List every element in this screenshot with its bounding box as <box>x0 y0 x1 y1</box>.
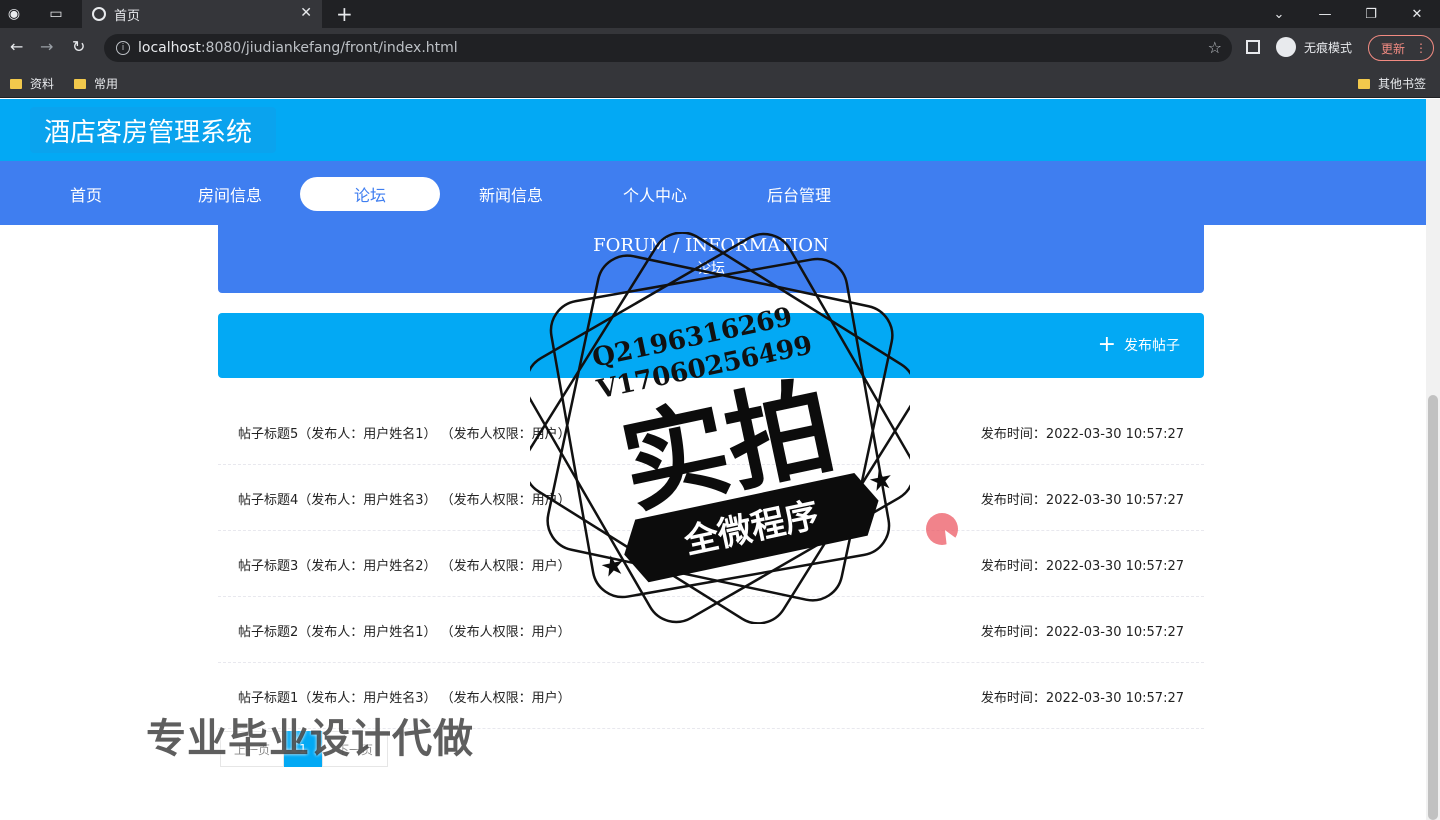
page-scrollbar[interactable] <box>1426 99 1440 820</box>
restore-icon[interactable]: ❐ <box>1348 0 1394 28</box>
forum-title-cn: 论坛 <box>697 261 725 277</box>
nav-item-news[interactable]: 新闻信息 <box>441 177 581 211</box>
post-row[interactable]: 帖子标题5（发布人：用户姓名1） （发布人权限：用户） 发布时间：2022-03… <box>218 399 1204 465</box>
post-row[interactable]: 帖子标题2（发布人：用户姓名1） （发布人权限：用户） 发布时间：2022-03… <box>218 597 1204 663</box>
post-time: 发布时间：2022-03-30 10:57:27 <box>980 427 1184 442</box>
incognito-label: 无痕模式 <box>1304 40 1353 55</box>
forward-icon[interactable]: → <box>40 37 53 56</box>
scrollbar-thumb[interactable] <box>1428 395 1438 820</box>
nav-item-home[interactable]: 首页 <box>16 177 156 211</box>
tab-list-chevron-icon[interactable]: ⌄ <box>1256 0 1302 28</box>
reload-icon[interactable]: ↻ <box>72 37 85 56</box>
nav-item-forum[interactable]: 论坛 <box>300 177 440 211</box>
site-info-icon[interactable]: i <box>116 41 130 55</box>
publish-post-button[interactable]: + 发布帖子 <box>1097 332 1180 357</box>
site-header: 酒店客房管理系统 <box>0 99 1426 161</box>
browser-tab[interactable]: 首页 ✕ <box>82 0 322 28</box>
publish-post-label: 发布帖子 <box>1124 338 1180 354</box>
url-path: :8080/jiudiankefang/front/index.html <box>200 40 458 56</box>
folder-icon <box>74 78 86 89</box>
bookmark-folder[interactable]: 常用 <box>74 75 118 92</box>
address-bar[interactable]: i localhost :8080/jiudiankefang/front/in… <box>104 34 1232 62</box>
post-time: 发布时间：2022-03-30 10:57:27 <box>980 493 1184 508</box>
site-logo[interactable]: 酒店客房管理系统 <box>30 107 276 153</box>
post-time: 发布时间：2022-03-30 10:57:27 <box>980 625 1184 640</box>
post-time: 发布时间：2022-03-30 10:57:27 <box>980 691 1184 706</box>
post-time: 发布时间：2022-03-30 10:57:27 <box>980 559 1184 574</box>
forum-action-bar: + 发布帖子 <box>218 313 1204 378</box>
post-row[interactable]: 帖子标题4（发布人：用户姓名3） （发布人权限：用户） 发布时间：2022-03… <box>218 465 1204 531</box>
tab-favicon-icon <box>92 7 106 21</box>
tab-search-icon[interactable]: ▭ <box>42 0 70 28</box>
bookmark-label: 资料 <box>30 77 55 91</box>
forum-title-banner: FORUM / INFORMATION 论坛 <box>218 225 1204 293</box>
other-bookmarks-label: 其他书签 <box>1378 77 1427 91</box>
profile-globe-icon[interactable]: ◉ <box>0 0 28 28</box>
plus-icon: + <box>1097 332 1116 357</box>
incognito-icon <box>1276 37 1296 57</box>
tab-title: 首页 <box>114 8 141 24</box>
update-button[interactable]: 更新 ⋮ <box>1368 35 1434 61</box>
nav-item-admin[interactable]: 后台管理 <box>729 177 869 211</box>
bookmark-label: 常用 <box>94 77 119 91</box>
bookmark-folder[interactable]: 资料 <box>10 75 54 92</box>
main-nav: 首页 房间信息 论坛 新闻信息 个人中心 后台管理 <box>0 161 1426 225</box>
forum-title-en: FORUM / INFORMATION <box>593 235 829 256</box>
window-controls: ⌄ — ❐ ✕ <box>1256 0 1440 28</box>
post-title[interactable]: 帖子标题2（发布人：用户姓名1） （发布人权限：用户） <box>238 621 571 640</box>
post-row[interactable]: 帖子标题3（发布人：用户姓名2） （发布人权限：用户） 发布时间：2022-03… <box>218 531 1204 597</box>
minimize-icon[interactable]: — <box>1302 0 1348 28</box>
other-bookmarks[interactable]: 其他书签 <box>1358 75 1426 92</box>
post-title[interactable]: 帖子标题4（发布人：用户姓名3） （发布人权限：用户） <box>238 489 571 508</box>
post-title[interactable]: 帖子标题5（发布人：用户姓名1） （发布人权限：用户） <box>238 423 571 442</box>
tab-close-icon[interactable]: ✕ <box>300 5 312 21</box>
browser-toolbar: ← → ↻ i localhost :8080/jiudiankefang/fr… <box>0 28 1440 68</box>
post-title[interactable]: 帖子标题3（发布人：用户姓名2） （发布人权限：用户） <box>238 555 571 574</box>
bookmarks-bar: 资料 常用 其他书签 <box>0 68 1440 98</box>
back-icon[interactable]: ← <box>10 37 23 56</box>
bottom-watermark: 专业毕业设计代做 <box>146 716 474 762</box>
url-host: localhost <box>138 40 201 56</box>
menu-kebab-icon: ⋮ <box>1415 41 1428 55</box>
post-list: 帖子标题5（发布人：用户姓名1） （发布人权限：用户） 发布时间：2022-03… <box>218 399 1204 729</box>
window-close-icon[interactable]: ✕ <box>1394 0 1440 28</box>
post-title[interactable]: 帖子标题1（发布人：用户姓名3） （发布人权限：用户） <box>238 687 571 706</box>
browser-tab-bar: ◉ ▭ 首页 ✕ + ⌄ — ❐ ✕ <box>0 0 1440 28</box>
nav-item-profile[interactable]: 个人中心 <box>585 177 725 211</box>
new-tab-icon[interactable]: + <box>336 2 353 26</box>
incognito-indicator[interactable]: 无痕模式 <box>1276 37 1352 57</box>
side-panel-icon[interactable] <box>1246 40 1260 54</box>
folder-icon <box>10 78 22 89</box>
bookmark-star-icon[interactable]: ☆ <box>1208 38 1222 57</box>
nav-item-rooms[interactable]: 房间信息 <box>160 177 300 211</box>
update-label: 更新 <box>1381 41 1406 56</box>
folder-icon <box>1358 78 1370 89</box>
